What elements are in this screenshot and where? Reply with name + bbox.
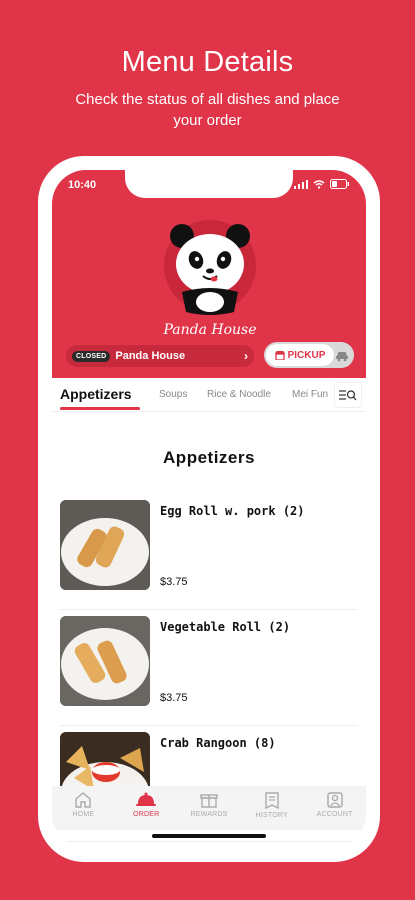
- promo-subtitle: Check the status of all dishes and place…: [75, 91, 340, 129]
- section-title: Appetizers: [163, 448, 255, 467]
- status-badge: CLOSED: [72, 350, 111, 362]
- tab-rice-noodle[interactable]: Rice & Noodle: [207, 389, 271, 400]
- phone-notch: [125, 170, 293, 198]
- panda-house-logo: Panda House: [162, 220, 257, 338]
- tab-appetizers[interactable]: Appetizers: [60, 386, 132, 402]
- nav-label: REWARDS: [190, 811, 228, 818]
- battery-icon: [330, 179, 349, 189]
- item-price: $3.75: [160, 576, 188, 588]
- menu-item[interactable]: Egg Roll w. pork (2) $3.75: [60, 500, 358, 610]
- home-indicator: [152, 834, 266, 838]
- app-screen: 10:40 Panda House CLOSED Panda House › P…: [52, 170, 366, 848]
- tab-soups[interactable]: Soups: [159, 389, 187, 400]
- category-tabs: Appetizers Soups Rice & Noodle Mei Fun: [52, 378, 366, 412]
- item-price: $3.75: [160, 692, 188, 704]
- cloche-icon: [136, 792, 157, 806]
- nav-order[interactable]: ORDER: [115, 786, 178, 830]
- item-name: Egg Roll w. pork (2): [160, 504, 305, 518]
- order-mode-toggle[interactable]: PICKUP: [264, 342, 354, 368]
- bottom-nav: HOME ORDER REWARDS HISTORY ACCOUNT: [52, 786, 366, 830]
- egg-roll-photo: [60, 500, 150, 590]
- signal-icon: [294, 179, 308, 189]
- nav-label: ORDER: [133, 811, 160, 818]
- nav-label: HISTORY: [255, 812, 288, 819]
- vegetable-roll-photo: [60, 616, 150, 706]
- logo-text: Panda House: [162, 322, 256, 338]
- pickup-button[interactable]: PICKUP: [266, 344, 334, 366]
- nav-label: ACCOUNT: [316, 811, 353, 818]
- promo-title: Menu Details: [121, 46, 294, 78]
- home-icon: [75, 792, 92, 808]
- account-icon: [326, 792, 343, 808]
- status-time: 10:40: [68, 179, 97, 191]
- nav-label: HOME: [72, 811, 95, 818]
- nav-rewards[interactable]: REWARDS: [178, 786, 241, 830]
- store-selector[interactable]: CLOSED Panda House ›: [66, 345, 254, 367]
- chevron-right-icon: ›: [244, 349, 248, 363]
- list-search-icon: [339, 390, 357, 401]
- item-name: Crab Rangoon (8): [160, 736, 276, 750]
- receipt-icon: [265, 792, 279, 809]
- pickup-label: PICKUP: [287, 349, 326, 361]
- store-header: 10:40 Panda House CLOSED Panda House › P…: [52, 170, 366, 378]
- tab-mei-fun[interactable]: Mei Fun: [292, 389, 328, 400]
- phone-frame: 10:40 Panda House CLOSED Panda House › P…: [38, 156, 380, 862]
- gift-icon: [200, 794, 218, 808]
- nav-account[interactable]: ACCOUNT: [303, 786, 366, 830]
- wifi-icon: [313, 179, 325, 189]
- store-icon: [274, 350, 285, 360]
- car-icon[interactable]: [335, 348, 349, 362]
- nav-history[interactable]: HISTORY: [240, 786, 303, 830]
- menu-item[interactable]: Vegetable Roll (2) $3.75: [60, 616, 358, 726]
- status-icons: [294, 179, 350, 189]
- active-tab-indicator: [60, 407, 140, 410]
- store-name: Panda House: [115, 350, 186, 362]
- menu-search-button[interactable]: [334, 382, 362, 408]
- nav-home[interactable]: HOME: [52, 786, 115, 830]
- item-name: Vegetable Roll (2): [160, 620, 291, 634]
